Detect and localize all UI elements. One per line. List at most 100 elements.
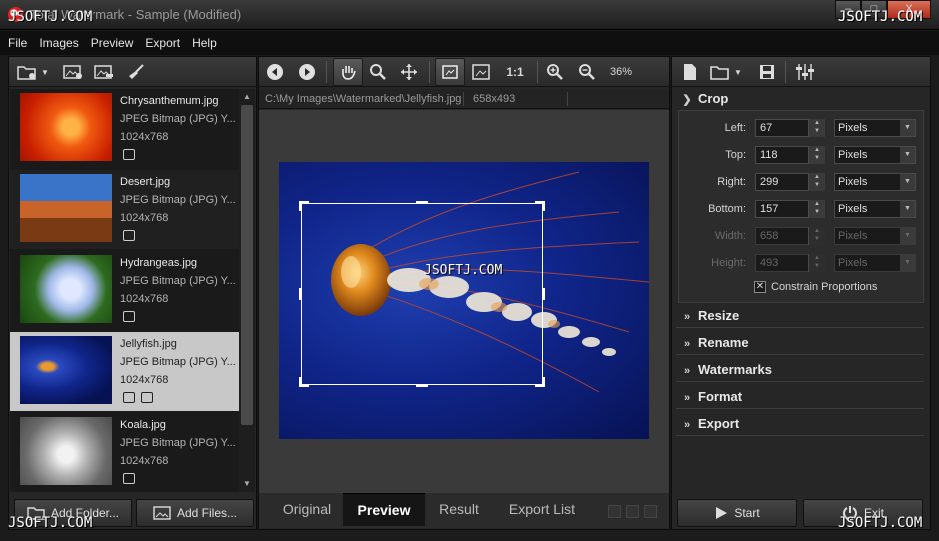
thumbnail-koala <box>20 417 112 485</box>
crop-rectangle[interactable] <box>301 203 543 385</box>
menu-export[interactable]: Export <box>139 31 186 55</box>
hand-tool-icon[interactable] <box>333 58 363 86</box>
tab-preview[interactable]: Preview <box>343 493 425 526</box>
fit-to-window-icon[interactable] <box>435 58 465 86</box>
layout-toggle[interactable] <box>644 505 657 518</box>
tab-export-list[interactable]: Export List <box>497 493 587 526</box>
top-unit-select[interactable]: Pixels ▼ <box>834 146 916 164</box>
unit-value: Pixels <box>838 203 868 215</box>
actual-size-icon[interactable] <box>470 62 492 82</box>
unit-value: Pixels <box>838 257 868 269</box>
width-unit-select: Pixels ▼ <box>834 227 916 245</box>
left-unit-select[interactable]: Pixels ▼ <box>834 119 916 137</box>
one-to-one-button[interactable]: 1:1 <box>502 62 528 82</box>
list-item-selected[interactable]: Jellyfish.jpg JPEG Bitmap (JPG) Y... 102… <box>10 332 239 411</box>
play-icon <box>716 507 728 519</box>
constrain-proportions-checkbox[interactable]: ✕ <box>754 281 766 293</box>
image-icon <box>153 506 171 520</box>
section-watermarks-header[interactable]: » Watermarks <box>676 357 924 382</box>
list-item[interactable]: Desert.jpg JPEG Bitmap (JPG) Y... 1024x7… <box>10 170 239 249</box>
move-tool-icon[interactable] <box>398 62 420 82</box>
layout-toggle[interactable] <box>626 505 639 518</box>
scroll-down-icon[interactable]: ▼ <box>241 478 253 490</box>
crop-handle-right[interactable] <box>542 288 545 300</box>
section-title: Format <box>698 389 743 404</box>
status-icon <box>123 230 135 241</box>
settings-toolbar: ▼ <box>672 57 930 87</box>
unit-value: Pixels <box>838 230 868 242</box>
menu-images[interactable]: Images <box>33 31 84 55</box>
section-resize-header[interactable]: » Resize <box>676 303 924 328</box>
bottom-spinner[interactable]: ▲ ▼ <box>808 200 825 218</box>
file-type: JPEG Bitmap (JPG) Y... <box>120 194 236 206</box>
menu-file[interactable]: File <box>0 31 33 55</box>
add-folder-icon[interactable] <box>16 62 38 82</box>
chevron-right-icon: » <box>683 365 691 377</box>
unit-value: Pixels <box>838 149 868 161</box>
file-toolbar: ▼ <box>9 57 256 87</box>
scroll-thumb[interactable] <box>241 105 253 425</box>
right-unit-select[interactable]: Pixels ▼ <box>834 173 916 191</box>
crop-handle-bottom[interactable] <box>416 384 428 387</box>
file-name: Chrysanthemum.jpg <box>120 95 219 107</box>
zoom-in-icon[interactable] <box>544 62 566 82</box>
add-image-icon[interactable] <box>62 62 84 82</box>
field-label: Bottom: <box>708 203 746 215</box>
crop-handle-bottom-left[interactable] <box>299 377 309 387</box>
section-title: Resize <box>698 308 740 323</box>
crop-handle-top[interactable] <box>416 201 428 204</box>
crop-handle-top-right[interactable] <box>535 201 545 211</box>
section-format-header[interactable]: » Format <box>676 384 924 409</box>
file-type: JPEG Bitmap (JPG) Y... <box>120 275 236 287</box>
scroll-up-icon[interactable]: ▲ <box>241 91 253 103</box>
left-spinner[interactable]: ▲ ▼ <box>808 119 825 137</box>
top-spinner[interactable]: ▲ ▼ <box>808 146 825 164</box>
file-dims: 1024x768 <box>120 131 169 143</box>
field-label: Width: <box>714 230 746 242</box>
field-label: Top: <box>725 149 746 161</box>
section-export-header[interactable]: » Export <box>676 411 924 436</box>
zoom-out-icon[interactable] <box>576 62 598 82</box>
clear-broom-icon[interactable] <box>126 62 148 82</box>
menu-bar: File Images Preview Export Help <box>0 31 939 55</box>
zoom-tool-icon[interactable] <box>367 62 389 82</box>
previous-icon[interactable] <box>264 62 286 82</box>
list-item[interactable]: Chrysanthemum.jpg JPEG Bitmap (JPG) Y...… <box>10 89 239 168</box>
layout-toggle[interactable] <box>608 505 621 518</box>
field-label: Left: <box>724 122 746 134</box>
watermark-text: JSOFTJ.COM <box>8 515 93 531</box>
open-folder-icon[interactable] <box>709 62 731 82</box>
tab-original[interactable]: Original <box>273 493 341 526</box>
chevron-down-icon[interactable]: ▼ <box>732 62 744 82</box>
field-label: Right: <box>717 176 746 188</box>
watermark-text: JSOFTJ.COM <box>8 9 93 25</box>
next-icon[interactable] <box>296 62 318 82</box>
section-crop-header[interactable]: ❯ Crop <box>676 86 924 111</box>
status-icon <box>123 311 135 322</box>
bottom-unit-select[interactable]: Pixels ▼ <box>834 200 916 218</box>
thumbnail-jellyfish <box>20 336 112 404</box>
width-spinner: ▲ ▼ <box>808 227 825 245</box>
start-button[interactable]: Start <box>677 499 797 527</box>
crop-handle-top-left[interactable] <box>299 201 309 211</box>
title-bar: Total Watermark - Sample (Modified) – □ … <box>0 0 939 30</box>
constrain-proportions-label: Constrain Proportions <box>771 281 878 293</box>
list-item[interactable]: Koala.jpg JPEG Bitmap (JPG) Y... 1024x76… <box>10 413 239 492</box>
crop-handle-left[interactable] <box>299 288 302 300</box>
settings-sliders-icon[interactable] <box>794 62 816 82</box>
tab-result[interactable]: Result <box>427 493 491 526</box>
chevron-down-icon[interactable]: ▼ <box>39 62 51 82</box>
file-dims: 1024x768 <box>120 374 169 386</box>
height-unit-select: Pixels ▼ <box>834 254 916 272</box>
menu-help[interactable]: Help <box>186 31 223 55</box>
crop-handle-bottom-right[interactable] <box>535 377 545 387</box>
save-icon[interactable] <box>756 62 778 82</box>
right-spinner[interactable]: ▲ ▼ <box>808 173 825 191</box>
remove-image-icon[interactable] <box>93 62 115 82</box>
new-document-icon[interactable] <box>679 62 701 82</box>
section-rename-header[interactable]: » Rename <box>676 330 924 355</box>
add-files-button[interactable]: Add Files... <box>136 499 254 527</box>
file-list-scrollbar[interactable]: ▲ ▼ <box>239 89 255 492</box>
list-item[interactable]: Hydrangeas.jpg JPEG Bitmap (JPG) Y... 10… <box>10 251 239 330</box>
menu-preview[interactable]: Preview <box>85 31 140 55</box>
